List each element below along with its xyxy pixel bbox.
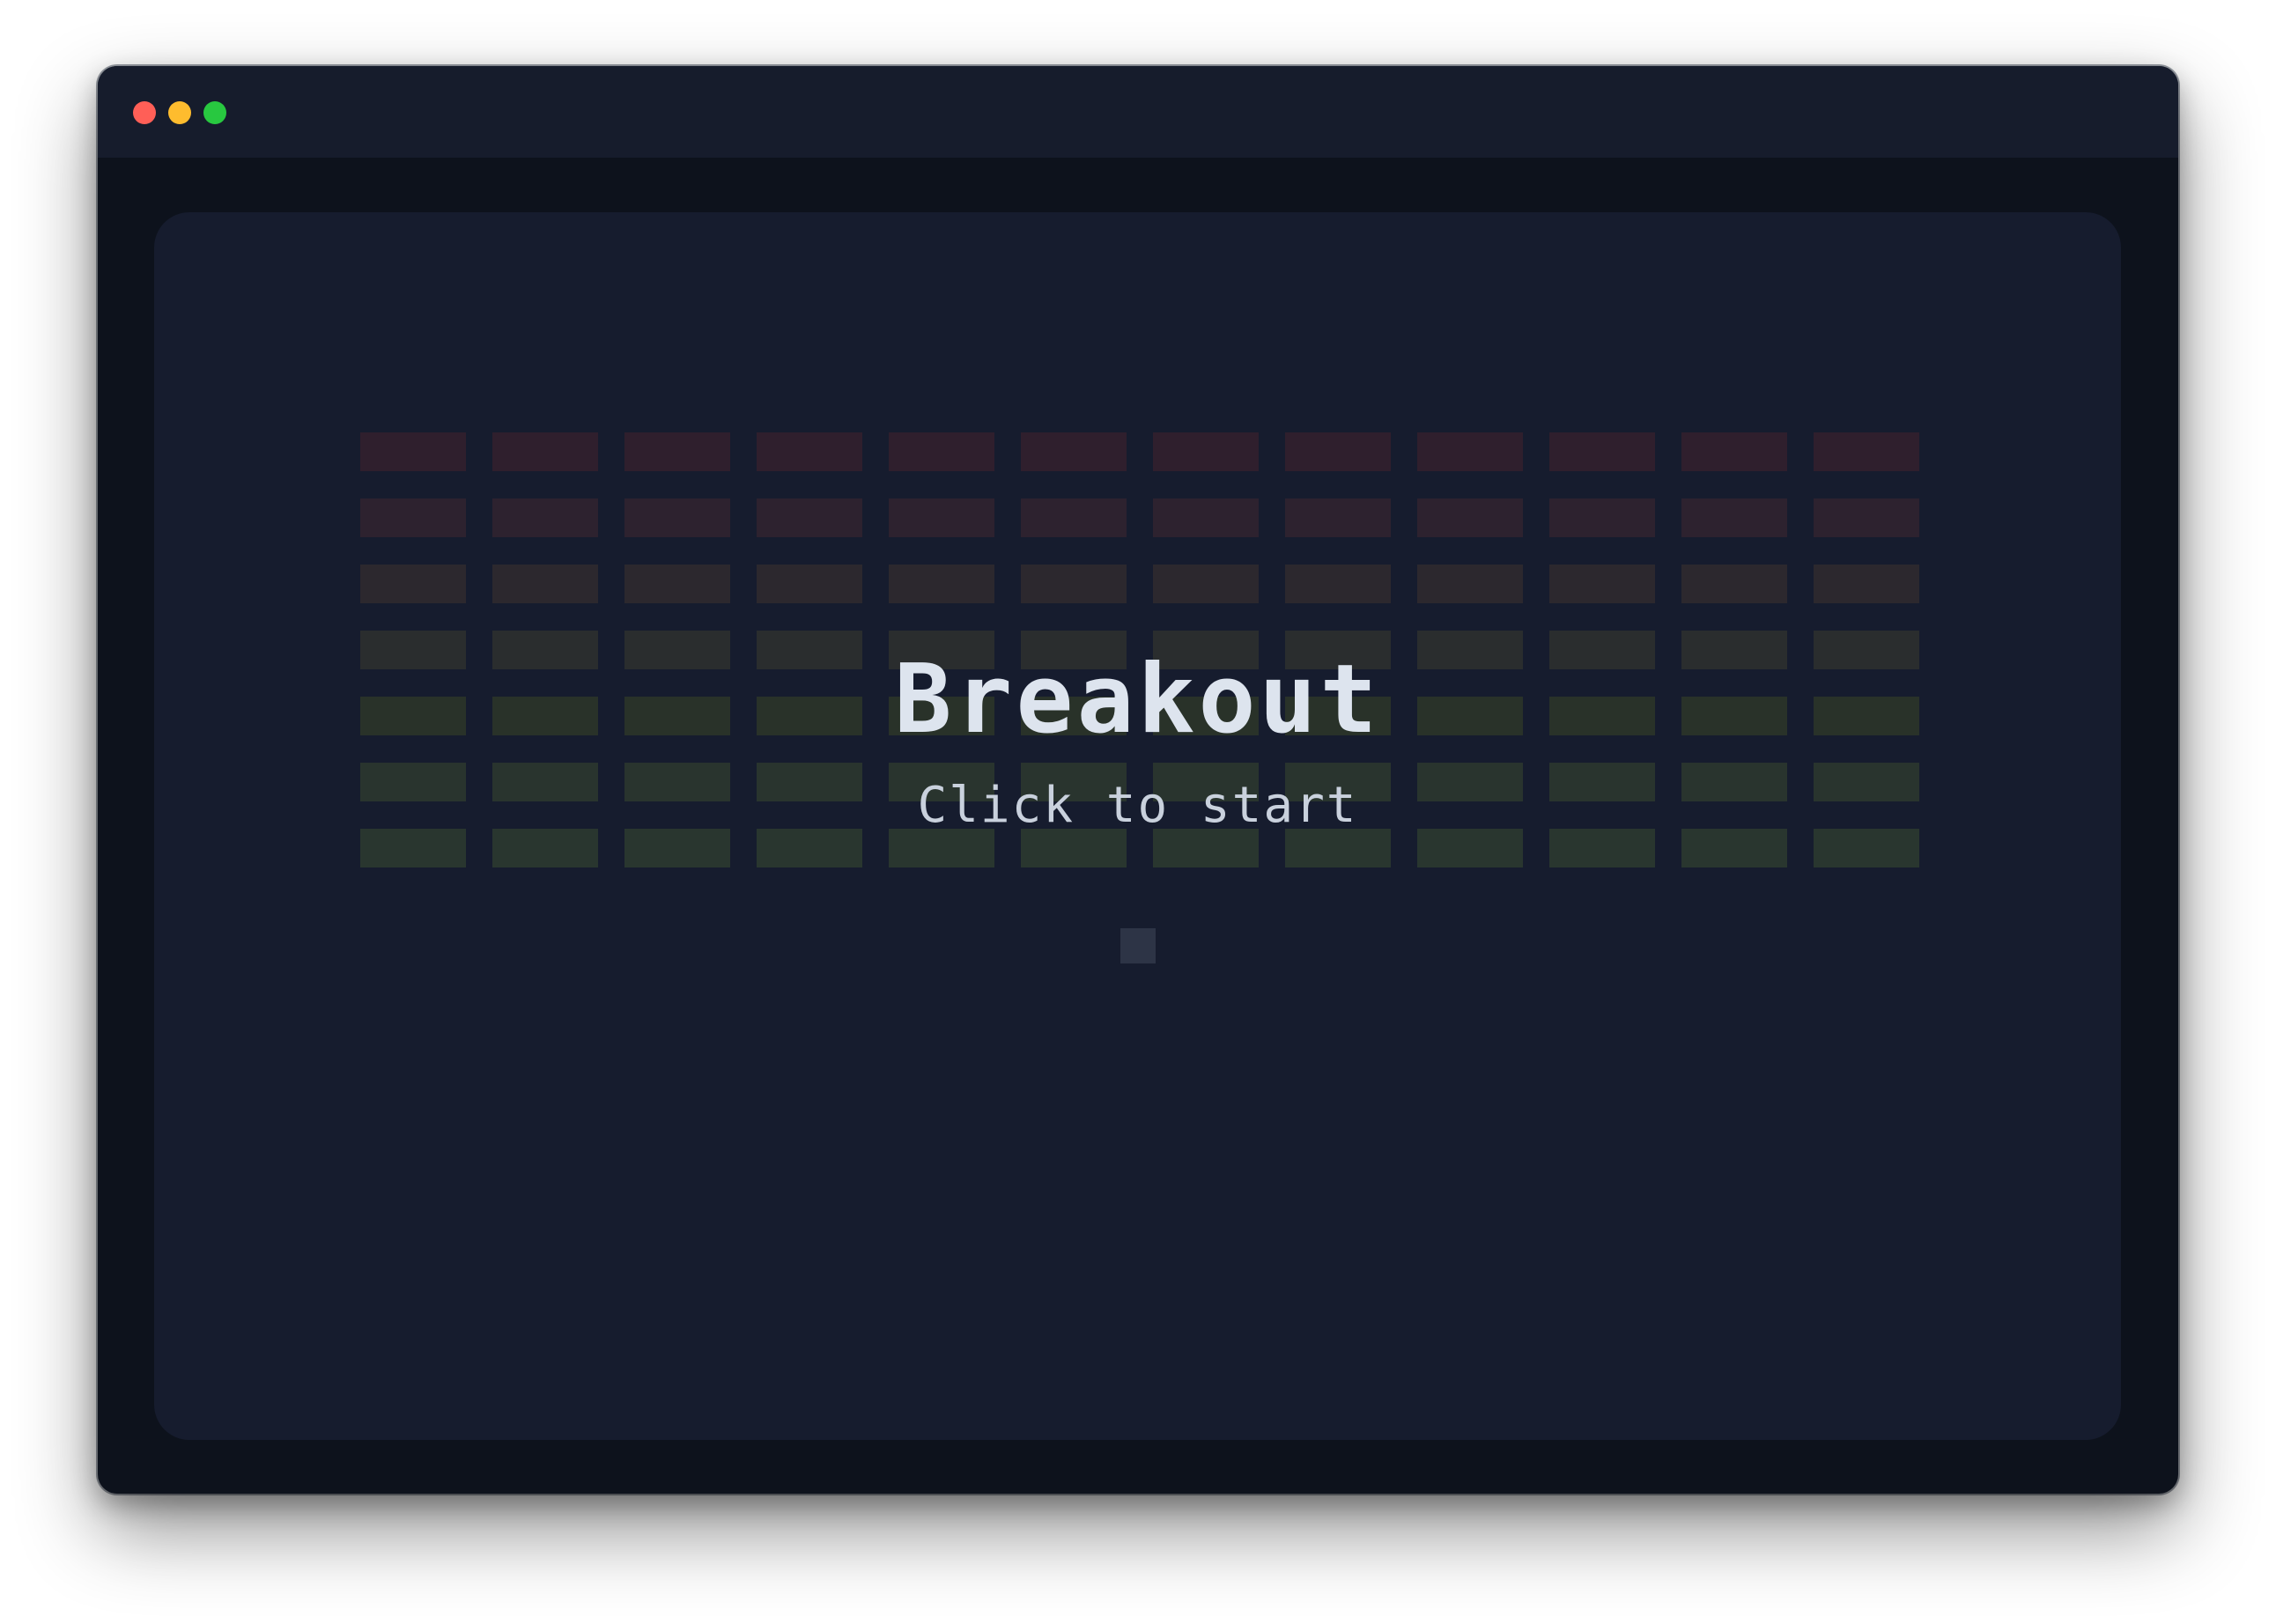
brick <box>1021 432 1127 471</box>
game-title: Breakout <box>894 645 1381 755</box>
brick <box>360 829 466 867</box>
brick <box>1021 565 1127 603</box>
brick <box>889 829 994 867</box>
brick <box>360 565 466 603</box>
brick <box>1153 829 1259 867</box>
brick <box>757 432 862 471</box>
brick <box>1814 829 1919 867</box>
brick <box>1285 498 1391 537</box>
brick <box>1681 432 1787 471</box>
brick <box>360 498 466 537</box>
brick <box>757 498 862 537</box>
brick <box>1153 498 1259 537</box>
brick <box>492 432 598 471</box>
brick <box>1549 498 1655 537</box>
brick <box>1814 432 1919 471</box>
minimize-window-button[interactable] <box>168 101 191 124</box>
ball <box>1120 928 1156 963</box>
brick <box>757 829 862 867</box>
zoom-window-button[interactable] <box>203 101 226 124</box>
brick <box>624 432 730 471</box>
brick <box>1549 432 1655 471</box>
brick <box>889 432 994 471</box>
brick <box>1417 565 1523 603</box>
brick <box>624 829 730 867</box>
brick <box>1417 829 1523 867</box>
brick <box>1681 829 1787 867</box>
brick <box>492 498 598 537</box>
brick <box>1681 565 1787 603</box>
brick <box>1814 498 1919 537</box>
brick <box>1285 829 1391 867</box>
game-canvas[interactable]: Breakout Click to start <box>154 212 2121 1440</box>
game-window: Breakout Click to start <box>98 66 2178 1494</box>
brick <box>889 565 994 603</box>
brick <box>492 829 598 867</box>
brick <box>757 565 862 603</box>
brick <box>492 565 598 603</box>
brick <box>1285 432 1391 471</box>
brick <box>889 498 994 537</box>
brick <box>624 498 730 537</box>
brick <box>1417 432 1523 471</box>
close-window-button[interactable] <box>133 101 156 124</box>
brick <box>624 565 730 603</box>
window-titlebar <box>98 66 2178 158</box>
brick <box>1153 432 1259 471</box>
brick <box>1549 565 1655 603</box>
brick <box>1417 498 1523 537</box>
start-prompt: Click to start <box>917 777 1358 834</box>
brick <box>1021 498 1127 537</box>
brick <box>1153 565 1259 603</box>
brick <box>1021 829 1127 867</box>
brick <box>1549 829 1655 867</box>
brick <box>1681 498 1787 537</box>
brick <box>1285 565 1391 603</box>
brick <box>360 432 466 471</box>
brick <box>1814 565 1919 603</box>
